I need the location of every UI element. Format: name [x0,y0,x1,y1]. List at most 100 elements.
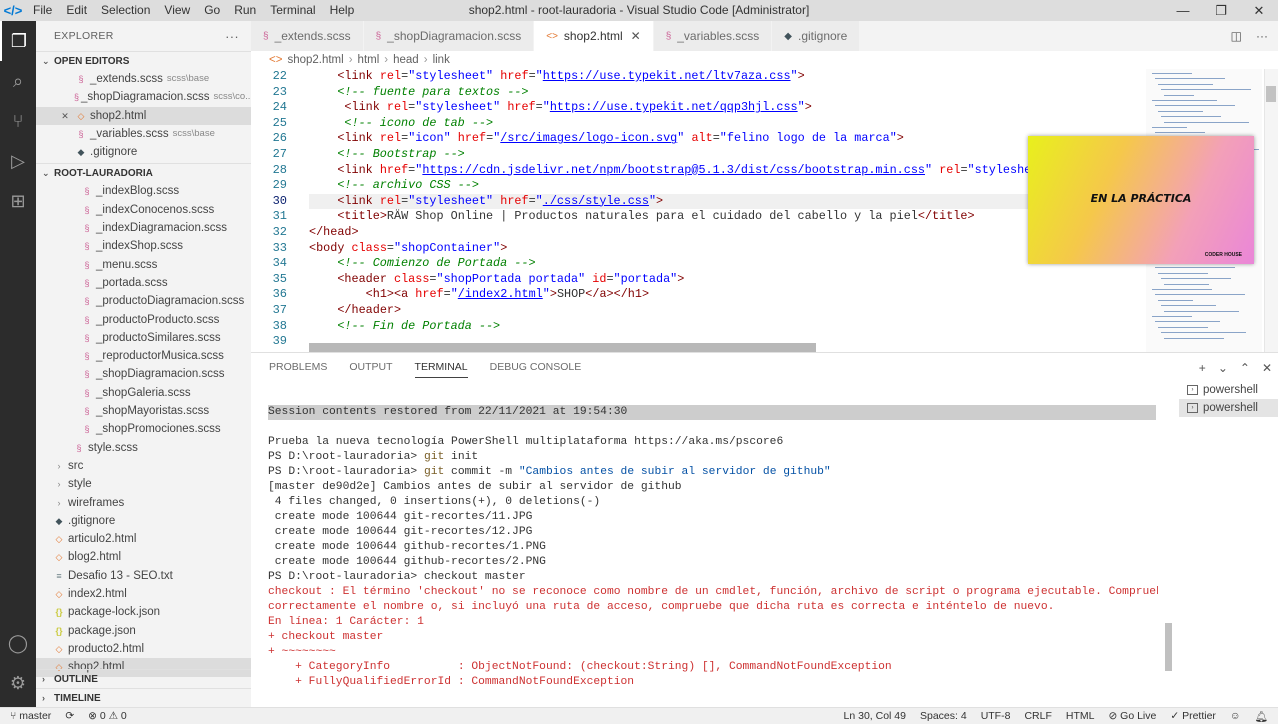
code-line[interactable]: <header class="shopPortada portada" id="… [309,272,1209,288]
menu-file[interactable]: File [26,0,59,21]
tab-problems[interactable]: PROBLEMS [269,361,327,378]
more-actions-icon[interactable]: ··· [1256,29,1268,43]
open-editor-item[interactable]: § _shopDiagramacion.scss scss\co... [36,88,251,106]
settings-gear-icon[interactable]: ⚙ [0,663,36,703]
line-ending[interactable]: CRLF [1024,710,1051,723]
more-actions-icon[interactable]: ··· [225,29,251,44]
prettier-status[interactable]: ✓ Prettier [1170,710,1216,723]
close-panel-icon[interactable]: ✕ [1262,361,1272,375]
breadcrumb-item[interactable]: link [433,54,450,66]
tab-shopdiagramacion-scss[interactable]: § _shopDiagramacion.scss [363,21,535,51]
menu-go[interactable]: Go [197,0,227,21]
file-tree-item[interactable]: § _productoDiagramacion.scss [36,292,251,310]
vertical-scrollbar[interactable] [1264,69,1278,352]
file-tree-item[interactable]: ≡ Desafio 13 - SEO.txt [36,567,251,585]
terminal-output[interactable]: Session contents restored from 22/11/202… [268,405,1158,705]
code-line[interactable]: <link rel="stylesheet" href="https://use… [309,100,1209,116]
file-tree-item[interactable]: › style [36,475,251,493]
breadcrumb-item[interactable]: html [358,54,380,66]
breadcrumb-item[interactable]: head [393,54,419,66]
open-editor-item[interactable]: § _extends.scss scss\base [36,70,251,88]
menu-run[interactable]: Run [227,0,263,21]
file-tree-item[interactable]: › wireframes [36,494,251,512]
file-tree-item[interactable]: ◆ .gitignore [36,512,251,530]
menu-edit[interactable]: Edit [59,0,94,21]
tab-shop2-html[interactable]: <> shop2.html ✕ [534,21,654,51]
branch-indicator[interactable]: ⑂ master [10,710,51,722]
file-tree-item[interactable]: § _indexShop.scss [36,237,251,255]
outline-header[interactable]: › OUTLINE [36,669,251,688]
file-tree-item[interactable]: § _shopDiagramacion.scss [36,365,251,383]
file-tree-item[interactable]: ◇ producto2.html [36,640,251,658]
sync-icon[interactable]: ⟳ [65,710,74,722]
tab-debug-console[interactable]: DEBUG CONSOLE [490,361,582,378]
maximize-panel-icon[interactable]: ⌃ [1240,361,1250,375]
file-tree-item[interactable]: § _shopMayoristas.scss [36,402,251,420]
menu-selection[interactable]: Selection [94,0,157,21]
file-tree-item[interactable]: § style.scss [36,439,251,457]
open-editor-item[interactable]: ◆ .gitignore [36,143,251,161]
file-tree-item[interactable]: § _shopPromociones.scss [36,420,251,438]
search-icon[interactable]: ⌕ [0,61,36,101]
open-editor-item-active[interactable]: ✕ ◇ shop2.html [36,106,251,125]
account-icon[interactable]: ◯ [0,623,36,663]
file-tree-item[interactable]: ◇ articulo2.html [36,530,251,548]
open-editors-header[interactable]: ⌄ OPEN EDITORS [36,51,251,70]
terminal-scrollbar[interactable] [1165,623,1172,671]
workspace-header[interactable]: ⌄ ROOT-LAURADORIA [36,163,251,182]
code-line[interactable]: <!-- icono de tab --> [309,116,1209,132]
file-tree-item[interactable]: § _indexDiagramacion.scss [36,219,251,237]
timeline-header[interactable]: › TIMELINE [36,688,251,707]
menu-view[interactable]: View [157,0,197,21]
file-tree-item[interactable]: § _indexBlog.scss [36,182,251,200]
horizontal-scrollbar[interactable] [309,343,816,352]
extensions-icon[interactable]: ⊞ [0,181,36,221]
tab-terminal[interactable]: TERMINAL [414,361,468,378]
code-line[interactable]: <!-- fuente para textos --> [309,85,1209,101]
chevron-down-icon[interactable]: ⌄ [1218,361,1228,375]
source-control-icon[interactable]: ⑂ [0,101,36,141]
file-tree-item[interactable]: § _indexConocenos.scss [36,201,251,219]
file-tree-item[interactable]: › src [36,457,251,475]
notifications-icon[interactable]: 🔔︎ [1255,710,1268,723]
indentation[interactable]: Spaces: 4 [920,710,967,723]
explorer-icon[interactable]: ❐ [0,21,36,61]
code-line[interactable]: </header> [309,303,1209,319]
tab-gitignore[interactable]: ◆ .gitignore [772,21,861,51]
minimize-icon[interactable]: — [1164,0,1202,21]
file-tree-item[interactable]: § _shopGaleria.scss [36,384,251,402]
encoding[interactable]: UTF-8 [981,710,1011,723]
file-tree-item[interactable]: ◇ blog2.html [36,548,251,566]
file-tree-item[interactable]: § _portada.scss [36,274,251,292]
video-overlay[interactable]: EN LA PRÁCTICA CODER HOUSE [1028,136,1254,264]
tab-output[interactable]: OUTPUT [349,361,392,378]
restore-icon[interactable]: ❐ [1202,0,1240,21]
language-mode[interactable]: HTML [1066,710,1095,723]
file-tree-item[interactable]: § _reproductorMusica.scss [36,347,251,365]
scrollbar-thumb[interactable] [1266,86,1276,102]
file-tree-item[interactable]: {} package.json [36,622,251,640]
terminal-instance-active[interactable]: › powershell [1179,399,1278,417]
run-debug-icon[interactable]: ▷ [0,141,36,181]
close-tab-icon[interactable]: ✕ [631,29,641,43]
breadcrumb-item[interactable]: shop2.html [287,54,343,66]
file-tree-item[interactable]: ◇ index2.html [36,585,251,603]
new-terminal-icon[interactable]: + [1199,361,1206,375]
tab-extends-scss[interactable]: § _extends.scss [251,21,364,51]
open-editor-item[interactable]: § _variables.scss scss\base [36,125,251,143]
split-editor-icon[interactable]: ◫ [1231,29,1242,43]
close-editor-icon[interactable]: ✕ [58,107,72,125]
file-tree-item[interactable]: § _productoSimilares.scss [36,329,251,347]
code-line[interactable]: <!-- Fin de Portada --> [309,319,1209,335]
terminal-instance[interactable]: › powershell [1179,381,1278,399]
file-tree-item[interactable]: § _menu.scss [36,256,251,274]
go-live-button[interactable]: ⊘ Go Live [1108,710,1156,723]
file-tree-item[interactable]: § _productoProducto.scss [36,311,251,329]
code-line[interactable]: <h1><a href="/index2.html">SHOP</a></h1> [309,287,1209,303]
tab-variables-scss[interactable]: § _variables.scss [653,21,773,51]
menu-help[interactable]: Help [323,0,362,21]
feedback-icon[interactable]: ☺ [1230,710,1241,723]
file-tree-item[interactable]: {} package-lock.json [36,603,251,621]
close-window-icon[interactable]: ✕ [1240,0,1278,21]
code-line[interactable]: <link rel="stylesheet" href="https://use… [309,69,1209,85]
